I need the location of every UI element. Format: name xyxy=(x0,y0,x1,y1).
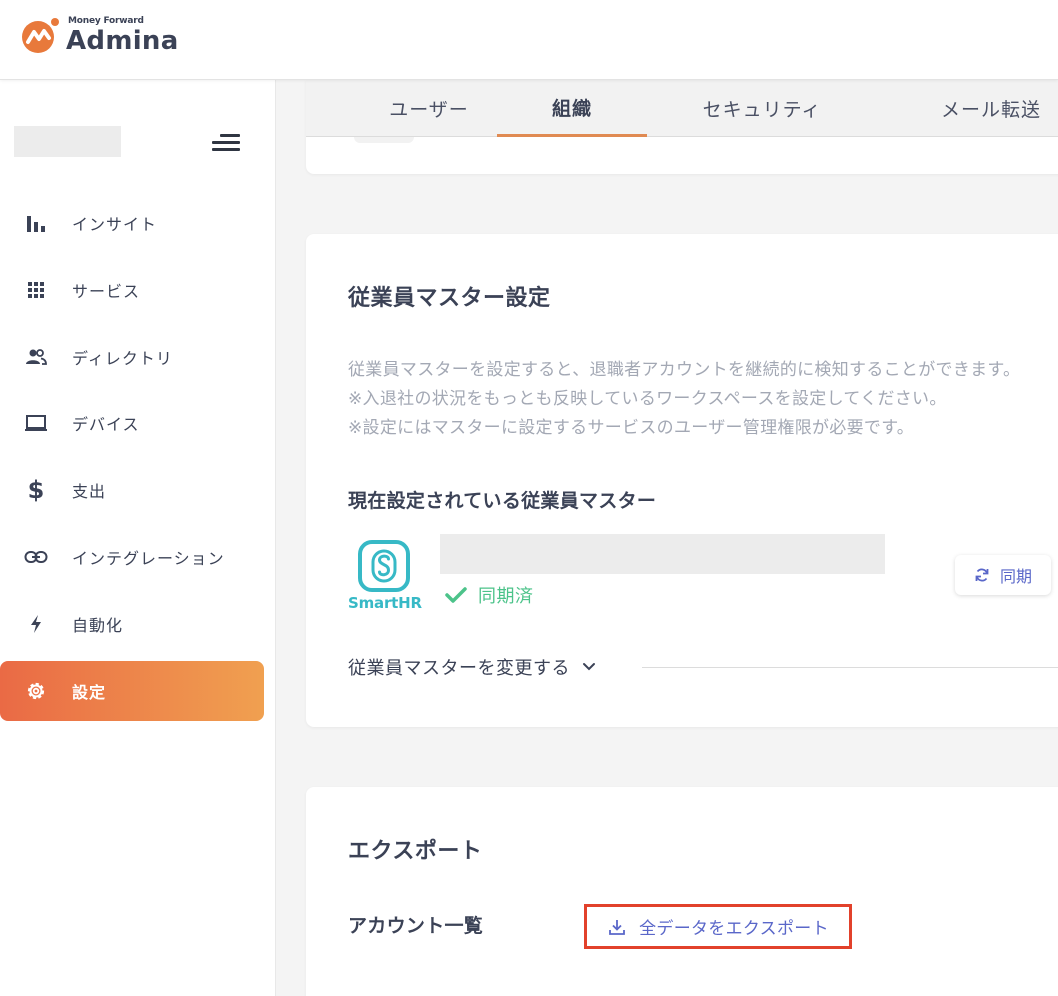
sync-status: 同期済 xyxy=(444,582,534,608)
tab-label: メール転送 xyxy=(940,99,1041,121)
account-list-label: アカウント一覧 xyxy=(348,915,484,937)
tab-bar: ユーザー 組織 セキュリティ メール転送 xyxy=(306,80,1058,137)
laptop-icon xyxy=(24,411,48,435)
export-all-data-button[interactable]: 全データをエクスポート xyxy=(584,904,852,949)
sidebar-item-label: 支出 xyxy=(72,482,107,501)
export-title: エクスポート xyxy=(348,839,483,864)
main-content: ユーザー 組織 セキュリティ メール転送 従業員マスター設定 従業員マスターを設… xyxy=(276,80,1058,996)
logo-subtitle: Money Forward xyxy=(68,16,144,26)
tab-users[interactable]: ユーザー xyxy=(354,80,504,137)
workspace-name-placeholder xyxy=(440,534,885,574)
people-icon xyxy=(24,345,48,369)
smarthr-logo: SmartHR xyxy=(348,540,422,612)
tab-hover-shadow xyxy=(354,137,414,143)
smarthr-s-icon xyxy=(358,540,410,592)
sidebar: インサイト サービス ディレクトリ デバイス $ 支出 インテグレーション 自動… xyxy=(0,80,276,996)
sidebar-item-devices[interactable]: デバイス xyxy=(0,393,264,453)
tab-organization[interactable]: 組織 xyxy=(497,80,647,137)
export-button-label: 全データをエクスポート xyxy=(639,919,829,939)
money-forward-logo-icon xyxy=(20,16,60,56)
export-card: エクスポート アカウント一覧 全データをエクスポート xyxy=(306,787,1058,996)
tab-mail-forwarding[interactable]: メール転送 xyxy=(916,80,1058,137)
tab-label: ユーザー xyxy=(389,99,469,121)
description-line: 従業員マスターを設定すると、退職者アカウントを継続的に検知することができます。 xyxy=(348,360,1021,380)
gear-icon xyxy=(24,679,48,703)
sidebar-item-label: ディレクトリ xyxy=(72,349,173,368)
change-master-label: 従業員マスターを変更する xyxy=(348,658,570,679)
sidebar-item-directory[interactable]: ディレクトリ xyxy=(0,327,264,387)
sidebar-item-services[interactable]: サービス xyxy=(0,260,264,320)
check-icon xyxy=(445,587,467,603)
tab-label: 組織 xyxy=(551,97,592,120)
sidebar-item-integration[interactable]: インテグレーション xyxy=(0,527,264,587)
sidebar-item-label: 自動化 xyxy=(72,616,124,635)
download-icon xyxy=(609,919,625,935)
sidebar-item-label: 設定 xyxy=(72,683,107,702)
settings-tabs-card: ユーザー 組織 セキュリティ メール転送 xyxy=(306,80,1058,174)
description-line: ※入退社の状況をもっとも反映しているワークスペースを設定してください。 xyxy=(348,389,947,409)
current-master-title: 現在設定されている従業員マスター xyxy=(348,490,657,512)
change-master-toggle[interactable]: 従業員マスターを変更する xyxy=(348,654,604,680)
sidebar-item-insight[interactable]: インサイト xyxy=(0,193,264,253)
sidebar-item-label: インテグレーション xyxy=(72,549,225,568)
tab-security[interactable]: セキュリティ xyxy=(682,80,842,137)
bar-chart-icon xyxy=(24,211,48,235)
sync-button-label: 同期 xyxy=(999,567,1032,586)
sidebar-item-label: デバイス xyxy=(72,415,140,434)
employee-master-description: 従業員マスターを設定すると、退職者アカウントを継続的に検知することができます。 … xyxy=(348,356,1020,443)
top-header: Money Forward Admina xyxy=(0,0,1058,80)
smarthr-logo-text: SmartHR xyxy=(348,594,422,612)
menu-toggle-icon[interactable] xyxy=(210,132,240,154)
sync-status-label: 同期済 xyxy=(478,586,534,607)
admina-logo[interactable]: Money Forward Admina xyxy=(20,16,179,56)
organization-name-placeholder xyxy=(14,126,121,157)
sidebar-item-label: インサイト xyxy=(72,215,158,234)
employee-master-title: 従業員マスター設定 xyxy=(348,286,551,311)
chevron-down-icon xyxy=(583,663,595,671)
link-icon xyxy=(24,545,48,569)
tab-label: セキュリティ xyxy=(702,99,822,121)
sidebar-item-settings[interactable]: 設定 xyxy=(0,661,264,721)
sidebar-item-label: サービス xyxy=(72,282,141,301)
bolt-icon xyxy=(24,612,48,636)
sidebar-item-expense[interactable]: $ 支出 xyxy=(0,460,264,520)
refresh-icon xyxy=(975,568,989,582)
sync-button[interactable]: 同期 xyxy=(955,555,1051,595)
dollar-icon: $ xyxy=(27,476,45,504)
grid-icon xyxy=(24,278,48,302)
section-divider xyxy=(642,667,1058,668)
logo-title: Admina xyxy=(66,26,179,56)
sidebar-item-automation[interactable]: 自動化 xyxy=(0,594,264,654)
description-line: ※設定にはマスターに設定するサービスのユーザー管理権限が必要です。 xyxy=(348,418,915,438)
employee-master-card: 従業員マスター設定 従業員マスターを設定すると、退職者アカウントを継続的に検知す… xyxy=(306,234,1058,727)
